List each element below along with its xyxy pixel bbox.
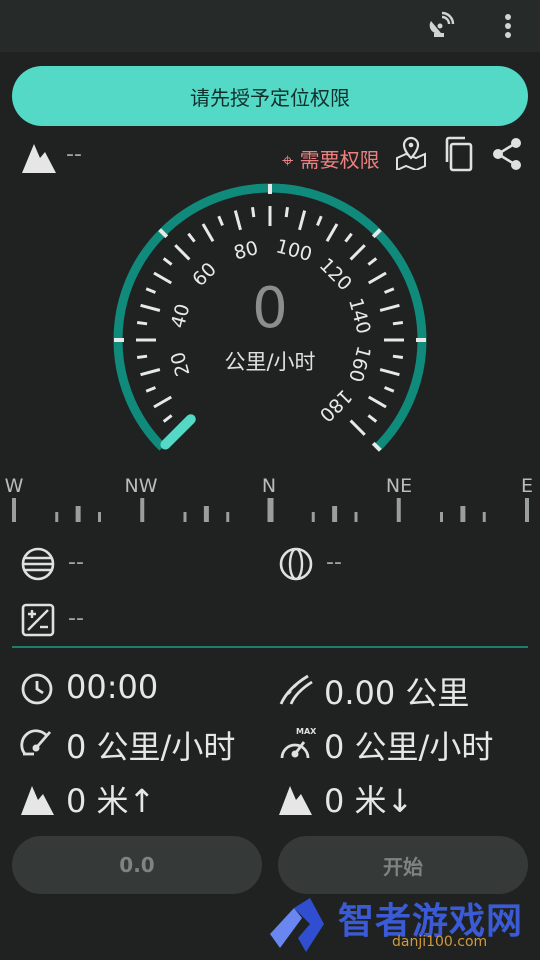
compass-strip: W NW N NE E: [5, 475, 533, 522]
start-button[interactable]: 开始: [278, 836, 528, 894]
watermark: 智者游戏网 danji100.com: [262, 890, 540, 960]
gauge-tick: [251, 206, 256, 218]
gauge-tick: [187, 232, 196, 243]
mountain-up-icon: [20, 780, 56, 820]
gauge-tick: [344, 232, 353, 243]
distance-stat: 0.00 公里: [278, 666, 538, 712]
grant-location-permission-button[interactable]: 请先授予定位权限: [12, 66, 528, 126]
mountain-icon: [20, 140, 58, 178]
permission-required-link[interactable]: ⌖ 需要权限: [282, 144, 380, 173]
watermark-logo-icon: [270, 898, 324, 952]
gauge-tick: [325, 223, 339, 243]
gauge-tick-label: 140: [344, 296, 375, 337]
max-speed-icon: MAX: [278, 726, 317, 766]
avg-speed-stat: 0 公里/小时: [20, 720, 280, 766]
compass-label: NE: [386, 475, 412, 497]
gauge-tick: [136, 354, 148, 359]
copy-icon[interactable]: [442, 136, 476, 176]
ascent-value: 0 米↑: [66, 782, 156, 820]
gauge-tick: [349, 419, 366, 436]
gauge-tick: [162, 414, 173, 423]
gauge-tick: [284, 206, 289, 218]
gauge-tick: [383, 386, 395, 393]
svg-text:MAX: MAX: [296, 727, 316, 736]
gauge-tick: [217, 215, 224, 227]
distance-value: 0.00 公里: [324, 674, 470, 712]
reset-button[interactable]: 0.0: [12, 836, 262, 894]
gauge-tick: [201, 223, 215, 243]
ascent-stat: 0 米↑: [20, 774, 280, 820]
accuracy-icon: [20, 602, 56, 642]
gauge-needle: [160, 414, 196, 450]
gauge-tick-label: 40: [167, 302, 195, 331]
gauge-tick: [153, 271, 173, 285]
gauge-tick-label: 20: [167, 349, 195, 378]
gauge-tick: [153, 395, 173, 409]
top-app-bar: [0, 0, 540, 52]
gauge-tick: [140, 303, 161, 312]
compass-label: W: [5, 475, 24, 497]
gauge-tick: [379, 303, 400, 312]
share-icon[interactable]: [490, 136, 524, 176]
max-speed-value: 0 公里/小时: [324, 728, 494, 766]
accuracy-value: --: [68, 606, 84, 631]
gauge-tick: [349, 244, 366, 261]
duration-value: 00:00: [66, 668, 159, 706]
gauge-tick: [316, 215, 323, 227]
speed-unit: 公里/小时: [224, 350, 316, 374]
gauge-tick: [298, 210, 307, 231]
longitude-value: --: [326, 550, 342, 575]
road-icon: [278, 672, 314, 710]
gauge-tick: [136, 321, 148, 326]
gauge-tick: [367, 257, 378, 266]
descent-value: 0 米↓: [324, 782, 414, 820]
gauge-tick: [140, 368, 161, 377]
avg-speed-value: 0 公里/小时: [66, 728, 236, 766]
speed-value: 0: [252, 276, 288, 341]
gauge-tick: [233, 210, 242, 231]
duration-stat: 00:00: [20, 666, 280, 712]
map-pin-icon[interactable]: [394, 136, 428, 174]
satellite-dish-icon[interactable]: [422, 8, 458, 44]
clock-icon: [20, 672, 54, 710]
longitude-row: --: [278, 544, 518, 584]
gauge-tick: [367, 395, 387, 409]
accuracy-row: --: [20, 600, 260, 640]
altitude-value: --: [66, 142, 82, 167]
gauge-tick: [367, 414, 378, 423]
gauge-tick-label: 180: [315, 385, 356, 426]
latitude-icon: [20, 546, 56, 586]
gauge-tick-label: 80: [232, 237, 261, 265]
compass-label: E: [521, 475, 533, 497]
gauge-tick: [145, 287, 157, 294]
descent-stat: 0 米↓: [278, 774, 538, 820]
gauge-tick: [162, 257, 173, 266]
watermark-subtitle: danji100.com: [392, 934, 488, 950]
gauge-tick-label: 100: [274, 235, 315, 266]
gauge-tick-label: 160: [344, 344, 375, 385]
latitude-value: --: [68, 550, 84, 575]
gauge-tick: [392, 321, 404, 326]
longitude-icon: [278, 546, 314, 586]
gauge-tick: [174, 244, 191, 261]
gauge-tick: [145, 386, 157, 393]
gauge-tick: [383, 287, 395, 294]
max-speed-stat: MAX 0 公里/小时: [278, 720, 538, 766]
more-vert-icon[interactable]: [490, 8, 526, 44]
gauge-tick: [392, 354, 404, 359]
latitude-row: --: [20, 544, 260, 584]
compass-label: NW: [125, 475, 158, 497]
gauge-tick: [379, 368, 400, 377]
speedometer-icon: [20, 726, 56, 764]
compass-label: N: [262, 475, 276, 497]
gauge-tick: [367, 271, 387, 285]
mountain-down-icon: [278, 780, 314, 820]
divider: [12, 646, 528, 648]
